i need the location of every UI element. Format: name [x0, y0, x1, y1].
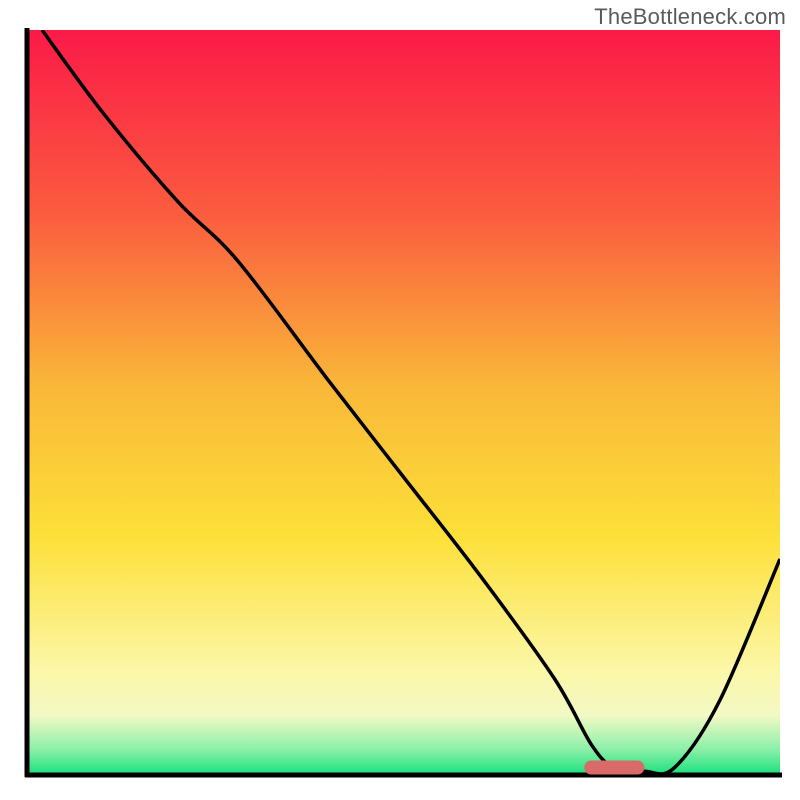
chart-container: TheBottleneck.com: [0, 0, 800, 800]
optimal-range-marker: [584, 761, 644, 775]
watermark-text: TheBottleneck.com: [594, 4, 786, 30]
plot-background: [27, 30, 780, 775]
bottleneck-chart: [0, 0, 800, 800]
